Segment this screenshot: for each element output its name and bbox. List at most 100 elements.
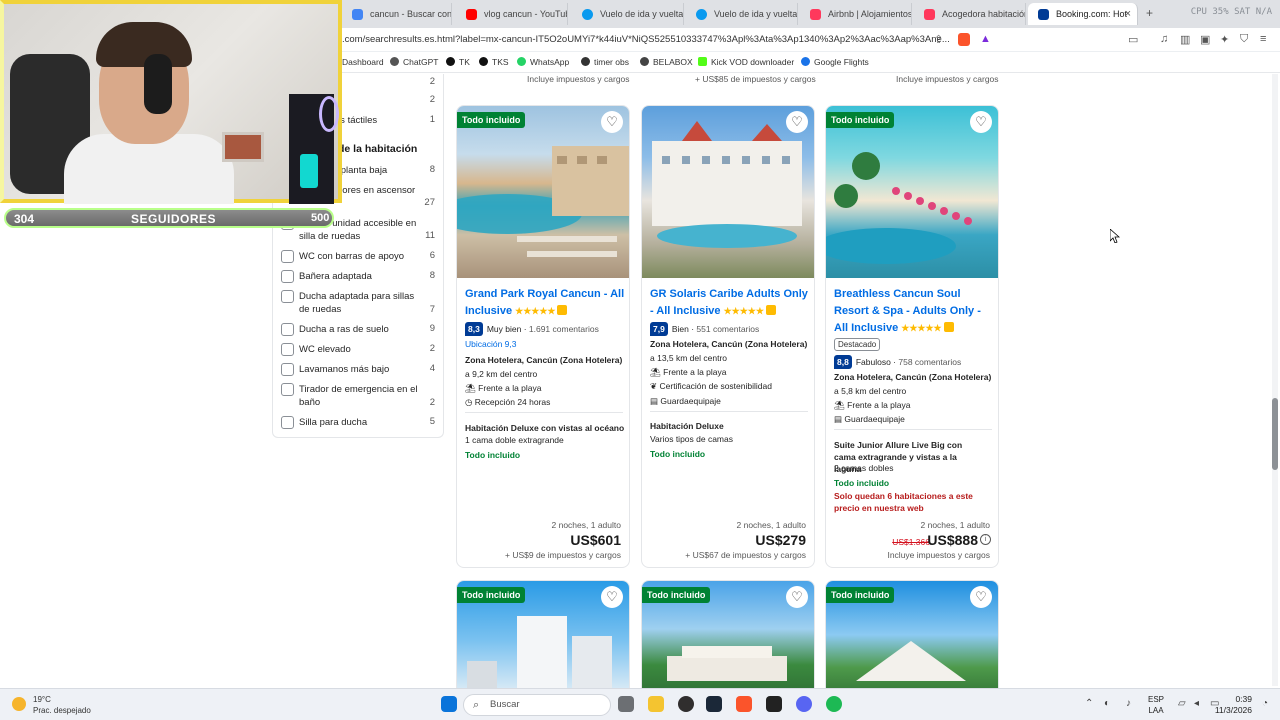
bookmark-timer-obs[interactable]: timer obs: [581, 57, 629, 67]
leaf-icon: ❦: [650, 381, 658, 391]
beach-icon: ⛱: [650, 367, 661, 377]
property-card[interactable]: Todo incluido ♡ Breathless Cancun Soul R…: [825, 105, 999, 568]
bookmark-whatsapp[interactable]: WhatsApp: [517, 57, 569, 67]
windows-start-icon[interactable]: [441, 696, 457, 712]
property-title[interactable]: Breathless Cancun Soul Resort & Spa - Ad…: [834, 286, 994, 337]
tab-youtube[interactable]: vlog cancun - YouTube: [456, 3, 568, 25]
leo-ai-icon[interactable]: ✦: [1220, 33, 1229, 46]
keyboard-language[interactable]: ESP LAA: [1148, 694, 1164, 716]
volume-icon[interactable]: ◂: [1194, 698, 1199, 709]
filter-checkbox[interactable]: [281, 250, 294, 263]
filter-checkbox[interactable]: [281, 343, 294, 356]
heart-icon[interactable]: ♡: [601, 111, 623, 133]
all-inclusive-badge: Todo incluido: [642, 587, 711, 603]
filter-checkbox[interactable]: [281, 323, 294, 336]
feature-sustainability: ❦ Certificación de sostenibilidad: [650, 381, 772, 391]
property-card[interactable]: Todo incluido ♡: [641, 580, 815, 700]
steam-icon[interactable]: [706, 696, 722, 712]
bookmark-tks[interactable]: TKS: [479, 57, 509, 67]
search-icon: ⌕: [473, 699, 480, 711]
heart-icon[interactable]: ♡: [786, 586, 808, 608]
filter-checkbox[interactable]: [281, 290, 294, 303]
heart-icon[interactable]: ♡: [601, 586, 623, 608]
taskbar-search[interactable]: ⌕ Buscar: [463, 694, 611, 716]
tab-flight-1[interactable]: Vuelo de ida y vuelta a: [572, 3, 684, 25]
microphone-icon[interactable]: ♪: [1126, 698, 1131, 709]
property-card[interactable]: ♡ GR Solaris Caribe Adults Only - All In…: [641, 105, 815, 568]
heart-icon[interactable]: ♡: [970, 111, 992, 133]
share-icon[interactable]: ⇪: [934, 33, 943, 46]
media-icon[interactable]: ♫: [1160, 33, 1168, 45]
brave-shields-icon[interactable]: [958, 33, 970, 46]
network-icon[interactable]: ◐: [1104, 698, 1110, 709]
new-tab-icon[interactable]: +: [1146, 6, 1153, 20]
bookmark-google-flights[interactable]: Google Flights: [801, 57, 869, 67]
property-title[interactable]: GR Solaris Caribe Adults Only - All Incl…: [650, 286, 810, 320]
sidebar-toggle-icon[interactable]: ▭: [1128, 33, 1138, 46]
filter-group-title: de la habitación: [338, 143, 418, 155]
wifi-icon[interactable]: ▱: [1178, 698, 1186, 709]
tab-airbnb-room[interactable]: Acogedora habitación: [914, 3, 1026, 25]
webcam-wall-frame: [222, 132, 264, 162]
bookmark-kick-vod[interactable]: Kick VOD downloader: [698, 57, 794, 67]
task-view-icon[interactable]: [618, 696, 634, 712]
tab-flight-2[interactable]: Vuelo de ida y vuelta a: [686, 3, 798, 25]
tray-overflow-icon[interactable]: ⌃: [1085, 698, 1093, 709]
property-zone: Zona Hotelera, Cancún (Zona Hotelera): [650, 339, 808, 349]
taxes: + US$67 de impuestos y cargos: [685, 550, 806, 560]
menu-icon[interactable]: ≡: [1260, 33, 1266, 45]
follower-goal-bar: 304 SEGUIDORES 500: [4, 208, 334, 228]
prev-card-taxes: Incluye impuestos y cargos: [896, 74, 999, 84]
beach-icon: ⛱: [465, 383, 476, 393]
tab-airbnb[interactable]: Airbnb | Alojamientos: [800, 3, 912, 25]
stay-length: 2 noches, 1 adulto: [736, 520, 806, 530]
heart-icon[interactable]: ♡: [970, 586, 992, 608]
divider: [834, 429, 992, 430]
feature-luggage: ▤ Guardaequipaje: [834, 414, 905, 424]
tab-google-search[interactable]: cancun - Buscar con G: [342, 3, 452, 25]
obs-icon[interactable]: [678, 696, 694, 712]
info-icon[interactable]: i: [980, 534, 991, 545]
discord-icon[interactable]: [796, 696, 812, 712]
pool-illustration: [457, 146, 629, 257]
wallet-icon[interactable]: ▣: [1200, 33, 1210, 46]
property-photo[interactable]: [642, 106, 814, 278]
review-score: 7,9 Bien · 551 comentarios: [650, 322, 759, 336]
close-tab-icon[interactable]: ×: [1125, 3, 1131, 25]
bookmark-tk[interactable]: TK: [446, 57, 470, 67]
filter-checkbox[interactable]: [281, 363, 294, 376]
bookmark-belabox[interactable]: BELABOX: [640, 57, 693, 67]
spotify-icon[interactable]: [826, 696, 842, 712]
property-photo[interactable]: [826, 106, 998, 278]
sun-icon: [12, 697, 26, 711]
review-score: 8,8 Fabuloso · 758 comentarios: [834, 355, 961, 369]
file-explorer-icon[interactable]: [648, 696, 664, 712]
room-type: Habitación Deluxe con vistas al océano: [465, 423, 625, 433]
heart-icon[interactable]: ♡: [786, 111, 808, 133]
featured-badge: Destacado: [834, 338, 881, 351]
bookmark-dashboard[interactable]: Dashboard: [342, 57, 384, 67]
epic-games-icon[interactable]: [766, 696, 782, 712]
property-photo[interactable]: [457, 106, 629, 278]
mouse-cursor-icon: [1110, 229, 1120, 243]
bookmark-chatgpt[interactable]: ChatGPT: [390, 57, 438, 67]
vpn-icon[interactable]: ⛉: [1240, 33, 1248, 46]
property-card[interactable]: Todo incluido ♡: [456, 580, 630, 700]
beach-icon: ⛱: [834, 400, 845, 410]
filter-checkbox[interactable]: [281, 416, 294, 429]
system-clock[interactable]: 0:39 11/3/2026: [1215, 694, 1252, 716]
address-bar[interactable]: .com/searchresults.es.html?label=mx-canc…: [342, 34, 950, 45]
room-type: Habitación Deluxe: [650, 421, 724, 431]
rewards-icon[interactable]: ▲: [980, 33, 991, 45]
reading-list-icon[interactable]: ▥: [1180, 33, 1190, 46]
scrollbar-thumb[interactable]: [1272, 398, 1278, 470]
notifications-icon[interactable]: ◔: [1262, 698, 1268, 709]
page-scrollbar[interactable]: [1272, 74, 1278, 686]
filter-checkbox[interactable]: [281, 270, 294, 283]
property-card[interactable]: Todo incluido ♡: [825, 580, 999, 700]
property-card[interactable]: Todo incluido ♡ Grand Park Royal Cancun …: [456, 105, 630, 568]
filter-checkbox[interactable]: [281, 383, 294, 396]
tab-booking[interactable]: Booking.com: Hot ×: [1028, 3, 1138, 25]
property-title[interactable]: Grand Park Royal Cancun - All Inclusive …: [465, 286, 625, 320]
brave-icon[interactable]: [736, 696, 752, 712]
